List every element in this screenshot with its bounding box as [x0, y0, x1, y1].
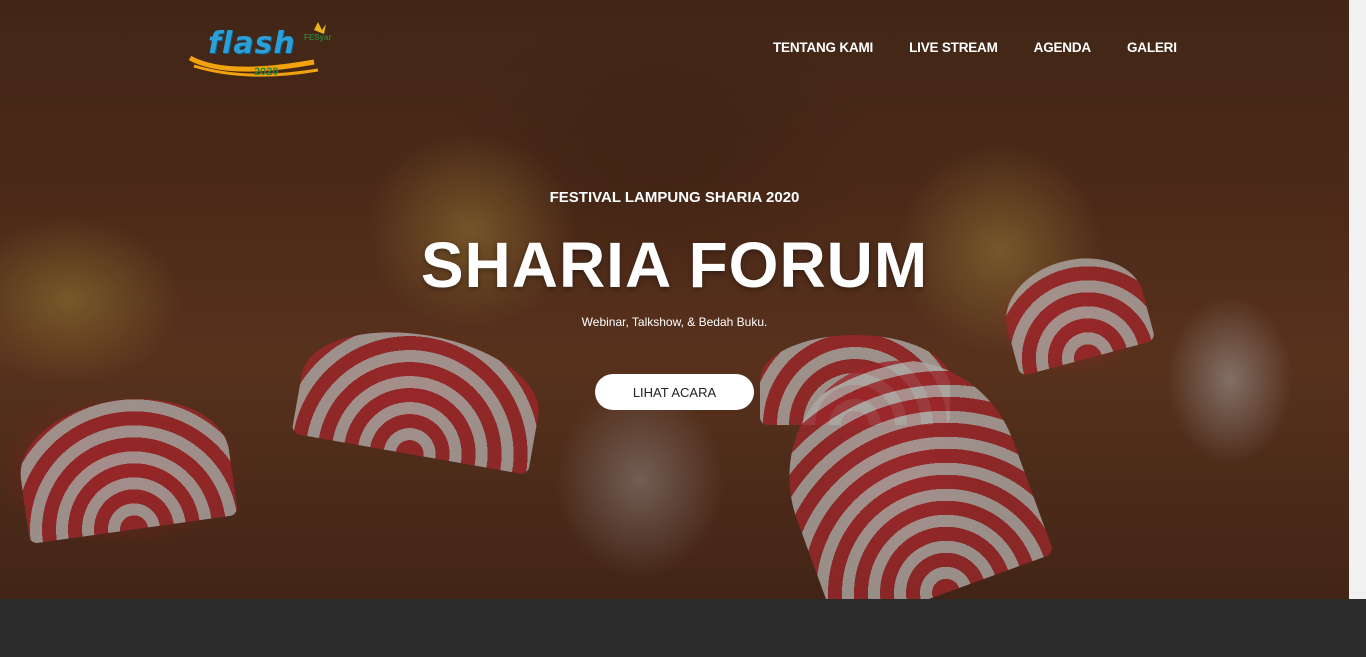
hero-section: FESTIVAL LAMPUNG SHARIA 2020 SHARIA FORU…	[0, 0, 1349, 599]
page-bottom-area	[0, 599, 1366, 657]
lihat-acara-button[interactable]: LIHAT ACARA	[595, 374, 754, 410]
hero-title: SHARIA FORUM	[420, 229, 929, 301]
page-scrollbar[interactable]	[1349, 0, 1366, 599]
hero-kicker: FESTIVAL LAMPUNG SHARIA 2020	[549, 189, 800, 206]
hero-tagline: Webinar, Talkshow, & Bedah Buku.	[581, 315, 768, 329]
